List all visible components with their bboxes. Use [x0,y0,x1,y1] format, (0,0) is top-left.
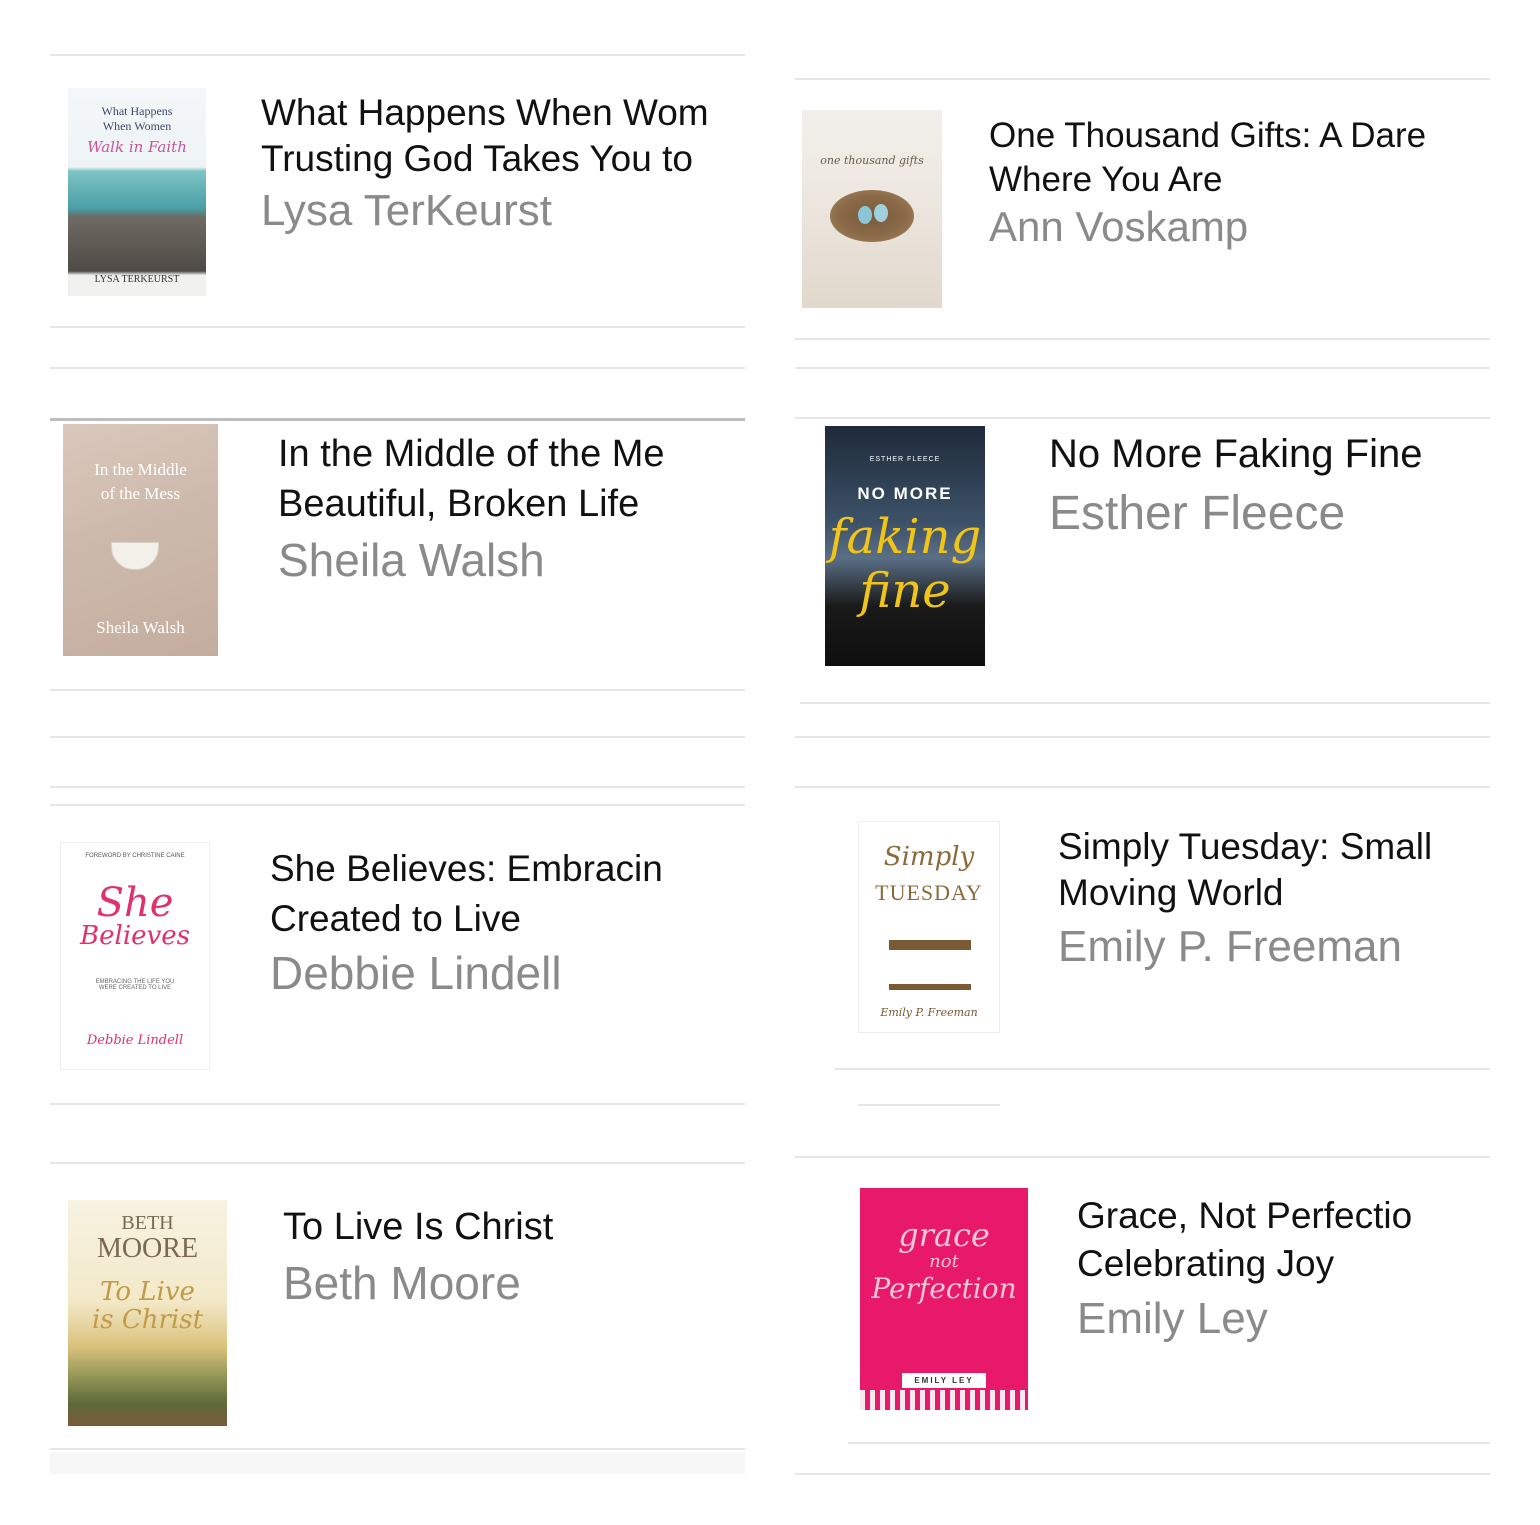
book-row[interactable]: grace not Perfection EMILY LEY Grace, No… [795,1158,1490,1442]
divider [795,1473,1490,1475]
book-cover[interactable]: In the Middle of the Mess Sheila Walsh [63,424,218,656]
cover-author: BETH MOORE [96,1212,199,1264]
book-author: Lysa TerKeurst [261,186,553,235]
book-author: Esther Fleece [1049,489,1346,539]
divider [835,1068,1490,1070]
book-row[interactable]: Esther Fleece NO MORE faking fine No Mor… [795,419,1490,702]
cover-script: Walk in Faith [87,138,187,156]
teacup-image [111,542,159,570]
divider [50,689,745,691]
bench-image [889,940,971,990]
egg-icon [858,206,872,224]
cover-title: TUESDAY [875,880,983,905]
divider [795,338,1490,340]
divider [800,702,1490,704]
book-row[interactable]: one thousand gifts One Thousand Gifts: A… [795,80,1490,338]
cover-script: She Believes [80,880,190,951]
book-author: Sheila Walsh [278,535,545,585]
book-row[interactable]: What Happens When Women Walk in Faith Ly… [50,56,745,326]
book-row[interactable]: Simply TUESDAY Emily P. Freeman Simply T… [795,788,1490,1068]
footer-bar [50,1452,745,1474]
egg-icon [874,204,888,222]
cover-script: To Live is Christ [91,1277,204,1335]
cover-subtitle: Embracing the life you were created to l… [95,979,175,991]
book-cover[interactable]: Foreword by Christine Caine She Believes… [60,842,210,1070]
divider [858,1104,1000,1106]
book-row[interactable]: Foreword by Christine Caine She Believes… [50,806,745,1102]
divider [795,736,1490,738]
book-title: To Live Is Christ [283,1206,554,1248]
book-row[interactable]: In the Middle of the Mess Sheila Walsh I… [50,421,745,689]
cover-author: Emily P. Freeman [880,1006,978,1019]
book-title: One Thousand Gifts: A Dare Where You Are [989,116,1427,199]
divider [795,367,1490,369]
divider [50,326,745,328]
cover-script: Simply [883,842,975,872]
cover-author: Lysa TerKeurst [94,274,180,285]
divider [50,736,745,738]
book-title: What Happens When Wom Trusting God Takes… [261,92,709,179]
divider [848,1442,1490,1444]
book-cover[interactable]: What Happens When Women Walk in Faith Ly… [68,88,206,296]
cover-script: one thousand gifts [820,154,924,167]
book-title: Grace, Not Perfectio Celebrating Joy [1077,1195,1413,1284]
cover-script: grace not Perfection [871,1216,1017,1305]
book-title: No More Faking Fine [1049,432,1423,476]
stripe-band [860,1390,1028,1410]
book-author: Ann Voskamp [989,203,1249,250]
nest-image [830,190,914,242]
cover-title: NO MORE [857,484,953,503]
book-title: She Believes: Embracin Created to Live [270,848,663,939]
book-cover[interactable]: one thousand gifts [802,110,942,308]
book-title: Simply Tuesday: Small Moving World [1058,826,1433,913]
book-cover[interactable]: grace not Perfection EMILY LEY [860,1188,1028,1410]
cover-author: Debbie Lindell [86,1033,184,1048]
cover-title: What Happens When Women [101,104,173,133]
cover-title: In the Middle of the Mess [94,460,187,503]
cover-top: Foreword by Christine Caine [85,853,185,859]
book-author: Emily Ley [1077,1294,1268,1343]
book-author: Emily P. Freeman [1058,922,1402,971]
book-cover[interactable]: Simply TUESDAY Emily P. Freeman [858,821,1000,1033]
cover-author: EMILY LEY [860,1370,1028,1388]
book-title: In the Middle of the Me Beautiful, Broke… [278,433,665,525]
divider [50,786,745,788]
divider [50,367,745,369]
cover-top: Esther Fleece [869,456,941,463]
book-author: Debbie Lindell [270,948,562,998]
cover-script: faking fine [828,509,982,619]
cover-author: Sheila Walsh [96,618,185,637]
book-row[interactable]: BETH MOORE To Live is Christ To Live Is … [50,1164,745,1448]
divider [50,1103,745,1105]
book-cover[interactable]: BETH MOORE To Live is Christ [68,1200,227,1426]
divider [50,1448,745,1450]
book-author: Beth Moore [283,1258,521,1308]
book-cover[interactable]: Esther Fleece NO MORE faking fine [825,426,985,666]
